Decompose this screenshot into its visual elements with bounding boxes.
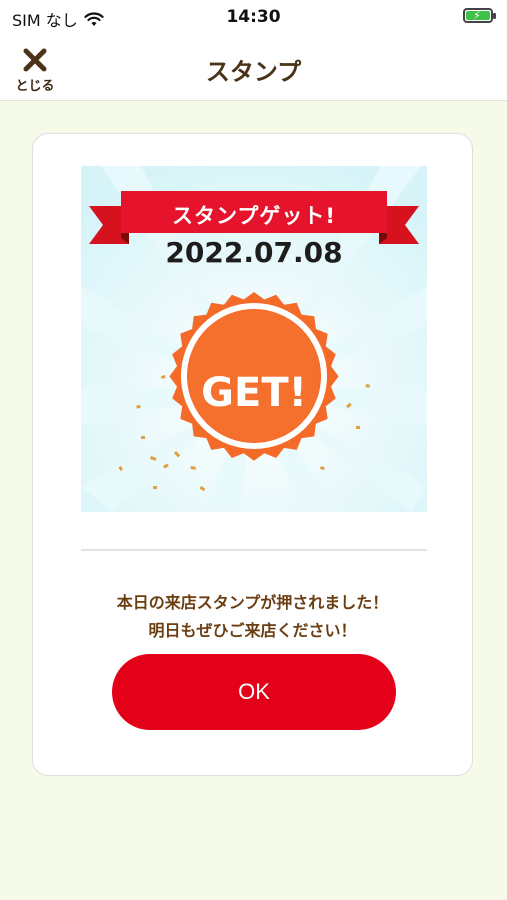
stamp-message: 本日の来店スタンプが押されました！ 明日もぜひご来店ください！: [33, 589, 472, 645]
ok-button[interactable]: OK: [112, 654, 396, 730]
status-time: 14:30: [226, 7, 281, 27]
stamp-dialog-card: スタンプゲット! 2022.07.08 GET! 本日の来店スタンプが押されまし…: [32, 133, 473, 776]
message-line-2: 明日もぜひご来店ください！: [148, 621, 357, 640]
badge-text: GET!: [201, 370, 307, 416]
battery-charging-icon: ⚡: [463, 8, 496, 23]
message-line-1: 本日の来店スタンプが押されました！: [116, 593, 389, 612]
stamp-image: スタンプゲット! 2022.07.08 GET!: [81, 166, 427, 512]
divider: [81, 549, 427, 551]
stamp-date: 2022.07.08: [165, 236, 343, 269]
page-title: スタンプ: [205, 58, 302, 86]
status-bar: SIM なし 14:30 ⚡: [0, 0, 507, 34]
nav-bar: とじる スタンプ: [0, 34, 507, 101]
ribbon-text: スタンプゲット!: [172, 204, 336, 228]
